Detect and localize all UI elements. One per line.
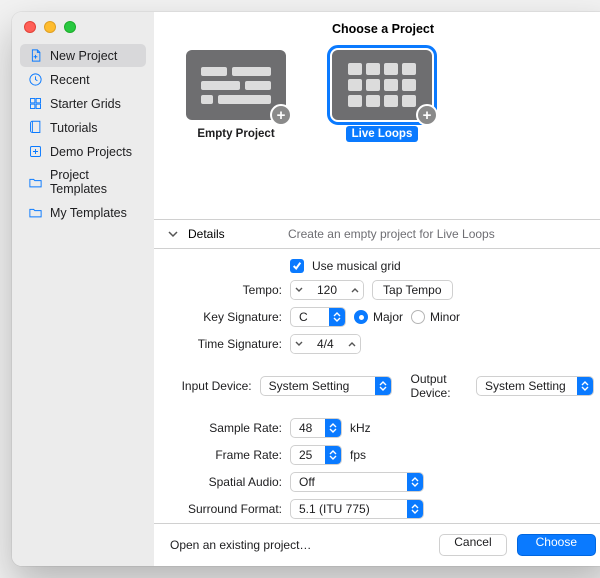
sidebar: New Project Recent Starter Grids Tutoria…	[12, 12, 154, 566]
book-icon	[28, 120, 43, 135]
folder-icon	[28, 175, 43, 190]
time-signature-stepper[interactable]: 4/4	[290, 334, 361, 354]
file-plus-icon	[28, 48, 43, 63]
output-device-label: Output Device:	[411, 372, 468, 400]
select-value: Off	[299, 475, 407, 489]
tile-label: Live Loops	[346, 126, 419, 142]
zoom-window-button[interactable]	[64, 21, 76, 33]
sidebar-item-project-templates[interactable]: Project Templates	[20, 164, 146, 200]
page-title: Choose a Project	[154, 12, 600, 42]
sample-rate-select[interactable]: 48	[290, 418, 342, 438]
sidebar-item-label: Project Templates	[50, 168, 138, 196]
select-value: C	[299, 310, 329, 324]
sidebar-item-tutorials[interactable]: Tutorials	[20, 116, 146, 139]
tap-tempo-button[interactable]: Tap Tempo	[372, 280, 452, 300]
select-arrows-icon	[325, 419, 341, 437]
tile-empty-project[interactable]: + Empty Project	[186, 50, 286, 142]
sidebar-item-label: Tutorials	[50, 121, 97, 135]
sidebar-item-my-templates[interactable]: My Templates	[20, 201, 146, 224]
details-form: Use musical grid Tempo: 120 Tap Tempo Ke…	[154, 249, 600, 523]
details-title: Details	[188, 227, 225, 241]
sidebar-item-new-project[interactable]: New Project	[20, 44, 146, 67]
open-existing-project-link[interactable]: Open an existing project…	[170, 538, 311, 552]
tile-label: Empty Project	[191, 126, 280, 142]
select-arrows-icon	[407, 473, 423, 491]
radio-dot-on-icon	[354, 310, 368, 324]
select-value: 48	[299, 421, 325, 435]
sidebar-item-label: New Project	[50, 49, 117, 63]
stepper-up-icon[interactable]	[347, 281, 363, 299]
output-device-select[interactable]: System Setting	[476, 376, 594, 396]
choose-button[interactable]: Choose	[517, 534, 596, 556]
stepper-down-icon[interactable]	[291, 281, 307, 299]
select-arrows-icon	[375, 377, 391, 395]
key-signature-select[interactable]: C	[290, 307, 346, 327]
surround-format-select[interactable]: 5.1 (ITU 775)	[290, 499, 424, 519]
details-hint: Create an empty project for Live Loops	[235, 227, 548, 241]
plus-icon: +	[270, 104, 292, 126]
use-musical-grid-label: Use musical grid	[312, 259, 401, 273]
sidebar-item-label: Starter Grids	[50, 97, 121, 111]
sample-rate-unit: kHz	[350, 421, 371, 435]
tile-thumbnail-tracks: +	[186, 50, 286, 120]
cancel-button[interactable]: Cancel	[439, 534, 506, 556]
project-chooser-window: New Project Recent Starter Grids Tutoria…	[12, 12, 600, 566]
select-arrows-icon	[577, 377, 593, 395]
input-device-select[interactable]: System Setting	[260, 376, 392, 396]
use-musical-grid-checkbox[interactable]	[290, 259, 304, 273]
sidebar-item-label: My Templates	[50, 206, 127, 220]
tempo-stepper[interactable]: 120	[290, 280, 364, 300]
input-device-label: Input Device:	[172, 379, 252, 393]
key-signature-label: Key Signature:	[172, 310, 282, 324]
select-value: 5.1 (ITU 775)	[299, 502, 407, 516]
grid-icon	[28, 96, 43, 111]
tempo-label: Tempo:	[172, 283, 282, 297]
dialog-footer: Open an existing project… Cancel Choose	[154, 523, 600, 566]
tile-live-loops[interactable]: + Live Loops	[332, 50, 432, 142]
close-window-button[interactable]	[24, 21, 36, 33]
surround-format-label: Surround Format:	[172, 502, 282, 516]
radio-label: Major	[373, 310, 403, 324]
select-arrows-icon	[407, 500, 423, 518]
select-value: 25	[299, 448, 325, 462]
key-mode-minor-radio[interactable]: Minor	[411, 310, 460, 324]
main-pane: Choose a Project + Empty Project	[154, 12, 600, 566]
key-mode-major-radio[interactable]: Major	[354, 310, 403, 324]
select-value: System Setting	[485, 379, 577, 393]
stepper-down-icon[interactable]	[291, 335, 307, 353]
sidebar-item-label: Demo Projects	[50, 145, 132, 159]
window-traffic-lights	[24, 21, 76, 33]
minimize-window-button[interactable]	[44, 21, 56, 33]
sidebar-item-demo-projects[interactable]: Demo Projects	[20, 140, 146, 163]
radio-dot-off-icon	[411, 310, 425, 324]
folder-icon	[28, 205, 43, 220]
time-signature-label: Time Signature:	[172, 337, 282, 351]
time-signature-value: 4/4	[307, 337, 344, 351]
frame-rate-select[interactable]: 25	[290, 445, 342, 465]
chevron-down-icon	[168, 229, 178, 239]
sidebar-item-recent[interactable]: Recent	[20, 68, 146, 91]
details-disclosure-bar[interactable]: Details Create an empty project for Live…	[154, 219, 600, 249]
sparkle-icon	[28, 144, 43, 159]
stepper-up-icon[interactable]	[344, 335, 360, 353]
select-arrows-icon	[325, 446, 341, 464]
clock-icon	[28, 72, 43, 87]
select-arrows-icon	[329, 308, 345, 326]
project-type-tiles: + Empty Project + Live Loops	[154, 42, 600, 150]
select-value: System Setting	[269, 379, 375, 393]
tempo-value: 120	[307, 283, 347, 297]
sidebar-item-label: Recent	[50, 73, 90, 87]
plus-icon: +	[416, 104, 438, 126]
tile-thumbnail-grid: +	[332, 50, 432, 120]
sample-rate-label: Sample Rate:	[172, 421, 282, 435]
sidebar-item-starter-grids[interactable]: Starter Grids	[20, 92, 146, 115]
radio-label: Minor	[430, 310, 460, 324]
spatial-audio-select[interactable]: Off	[290, 472, 424, 492]
frame-rate-label: Frame Rate:	[172, 448, 282, 462]
spatial-audio-label: Spatial Audio:	[172, 475, 282, 489]
frame-rate-unit: fps	[350, 448, 366, 462]
